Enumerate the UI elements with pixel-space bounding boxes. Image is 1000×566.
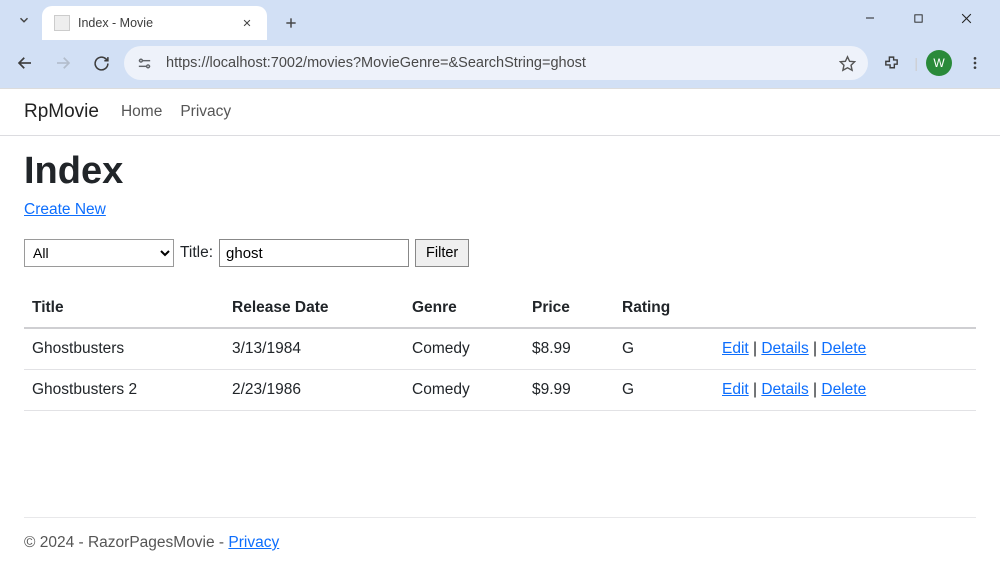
- col-price: Price: [524, 289, 614, 328]
- extensions-icon[interactable]: [876, 48, 906, 78]
- table-header-row: Title Release Date Genre Price Rating: [24, 289, 976, 328]
- browser-toolbar: https://localhost:7002/movies?MovieGenre…: [0, 40, 1000, 88]
- cell-release-date: 2/23/1986: [224, 370, 404, 411]
- cell-genre: Comedy: [404, 328, 524, 370]
- col-release-date: Release Date: [224, 289, 404, 328]
- title-label: Title:: [180, 244, 213, 262]
- forward-button[interactable]: [48, 48, 78, 78]
- main-container: Index Create New All Title: Filter Title…: [0, 136, 1000, 411]
- edit-link[interactable]: Edit: [722, 340, 749, 357]
- url-text: https://localhost:7002/movies?MovieGenre…: [166, 55, 839, 71]
- cell-title: Ghostbusters 2: [24, 370, 224, 411]
- cell-rating: G: [614, 328, 714, 370]
- site-navbar: RpMovie Home Privacy: [0, 89, 1000, 136]
- nav-home[interactable]: Home: [121, 103, 162, 121]
- delete-link[interactable]: Delete: [821, 340, 866, 357]
- menu-icon[interactable]: [960, 48, 990, 78]
- address-bar[interactable]: https://localhost:7002/movies?MovieGenre…: [124, 46, 868, 80]
- table-row: Ghostbusters 22/23/1986Comedy$9.99GEdit …: [24, 370, 976, 411]
- delete-link[interactable]: Delete: [821, 381, 866, 398]
- create-new-link[interactable]: Create New: [24, 201, 106, 219]
- browser-chrome: Index - Movie: [0, 0, 1000, 88]
- minimize-button[interactable]: [856, 4, 884, 32]
- cell-rating: G: [614, 370, 714, 411]
- cell-price: $8.99: [524, 328, 614, 370]
- brand-link[interactable]: RpMovie: [24, 101, 99, 123]
- col-actions: [714, 289, 976, 328]
- cell-price: $9.99: [524, 370, 614, 411]
- page-content: RpMovie Home Privacy Index Create New Al…: [0, 88, 1000, 411]
- genre-select[interactable]: All: [24, 239, 174, 267]
- footer-text: © 2024 - RazorPagesMovie -: [24, 534, 228, 551]
- cell-release-date: 3/13/1984: [224, 328, 404, 370]
- nav-privacy[interactable]: Privacy: [180, 103, 231, 121]
- maximize-button[interactable]: [904, 4, 932, 32]
- title-bar: Index - Movie: [0, 0, 1000, 40]
- avatar-initial: W: [933, 56, 944, 70]
- page-footer: © 2024 - RazorPagesMovie - Privacy: [24, 517, 976, 552]
- cell-actions: Edit | Details | Delete: [714, 370, 976, 411]
- favicon-icon: [54, 15, 70, 31]
- reload-button[interactable]: [86, 48, 116, 78]
- col-title: Title: [24, 289, 224, 328]
- cell-actions: Edit | Details | Delete: [714, 328, 976, 370]
- title-input[interactable]: [219, 239, 409, 267]
- close-window-button[interactable]: [952, 4, 980, 32]
- edit-link[interactable]: Edit: [722, 381, 749, 398]
- profile-avatar[interactable]: W: [926, 50, 952, 76]
- footer-privacy-link[interactable]: Privacy: [228, 534, 279, 551]
- movies-table: Title Release Date Genre Price Rating Gh…: [24, 289, 976, 411]
- page-title: Index: [24, 150, 976, 193]
- new-tab-button[interactable]: [277, 9, 305, 37]
- window-controls: [856, 4, 992, 40]
- browser-tab[interactable]: Index - Movie: [42, 6, 267, 40]
- table-row: Ghostbusters3/13/1984Comedy$8.99GEdit | …: [24, 328, 976, 370]
- site-info-icon[interactable]: [136, 55, 158, 72]
- filter-button[interactable]: Filter: [415, 239, 469, 267]
- cell-genre: Comedy: [404, 370, 524, 411]
- bookmark-icon[interactable]: [839, 55, 856, 72]
- tab-search-dropdown[interactable]: [12, 8, 36, 32]
- details-link[interactable]: Details: [761, 381, 808, 398]
- cell-title: Ghostbusters: [24, 328, 224, 370]
- tab-close-button[interactable]: [239, 15, 255, 31]
- details-link[interactable]: Details: [761, 340, 808, 357]
- back-button[interactable]: [10, 48, 40, 78]
- col-genre: Genre: [404, 289, 524, 328]
- tab-title: Index - Movie: [78, 16, 153, 30]
- col-rating: Rating: [614, 289, 714, 328]
- filter-form: All Title: Filter: [24, 239, 976, 267]
